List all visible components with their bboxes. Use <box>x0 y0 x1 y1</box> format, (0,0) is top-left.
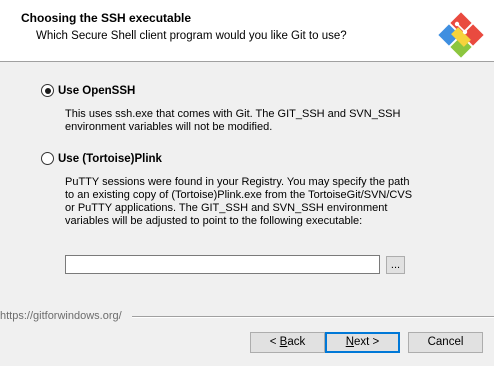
option-plink[interactable]: Use (Tortoise)Plink <box>41 152 162 165</box>
description-line: environment variables will not be modifi… <box>65 121 273 133</box>
back-button[interactable]: < Back <box>250 332 325 353</box>
page-title: Choosing the SSH executable <box>21 11 192 25</box>
description-line: This uses ssh.exe that comes with Git. T… <box>65 108 401 120</box>
footer-divider-highlight <box>132 317 494 318</box>
browse-button[interactable]: ... <box>386 256 405 274</box>
footer-url: https://gitforwindows.org/ <box>0 310 122 322</box>
back-label: ack <box>287 336 306 348</box>
option-openssh[interactable]: Use OpenSSH <box>41 84 135 97</box>
page-subtitle: Which Secure Shell client program would … <box>36 30 347 42</box>
next-accelerator: N <box>345 336 355 348</box>
description-line: or PuTTY applications. The GIT_SSH and S… <box>65 202 388 214</box>
next-button[interactable]: Next > <box>325 332 400 353</box>
description-line: to an existing copy of (Tortoise)Plink.e… <box>65 189 413 201</box>
git-logo-icon <box>438 12 484 58</box>
plink-path-input[interactable] <box>65 255 380 274</box>
back-prefix: < <box>269 336 280 348</box>
openssh-label[interactable]: Use OpenSSH <box>58 85 135 97</box>
header-panel: Choosing the SSH executable Which Secure… <box>0 0 494 61</box>
installer-window: Choosing the SSH executable Which Secure… <box>0 0 494 366</box>
cancel-button[interactable]: Cancel <box>408 332 483 353</box>
plink-label[interactable]: Use (Tortoise)Plink <box>58 153 162 165</box>
plink-radio[interactable] <box>41 152 54 165</box>
description-line: PuTTY sessions were found in your Regist… <box>65 176 410 188</box>
openssh-radio[interactable] <box>41 84 54 97</box>
openssh-description: This uses ssh.exe that comes with Git. T… <box>65 108 400 134</box>
header-divider <box>0 61 494 62</box>
plink-description: PuTTY sessions were found in your Regist… <box>65 176 412 228</box>
next-label: ext > <box>354 336 380 348</box>
description-line: variables will be adjusted to point to t… <box>65 215 363 227</box>
